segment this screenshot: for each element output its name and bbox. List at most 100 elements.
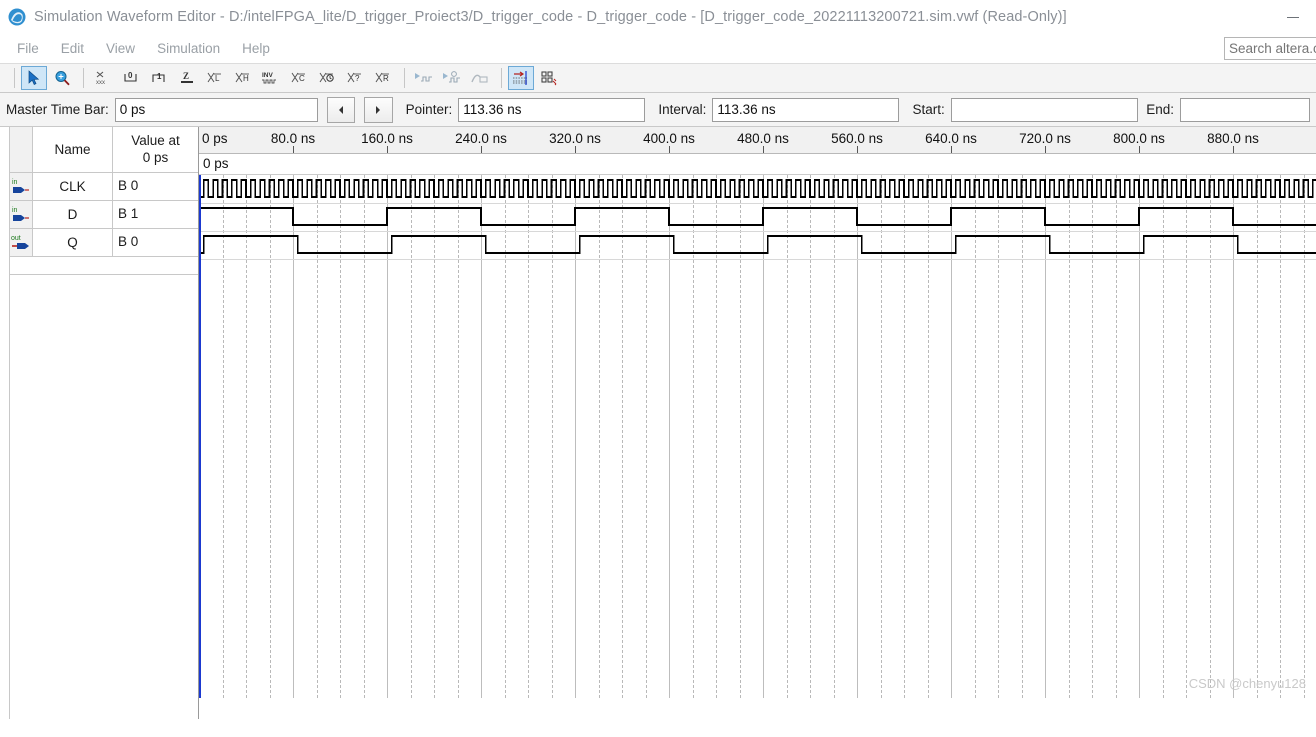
selection-tool-icon[interactable]	[21, 66, 47, 90]
time-ruler[interactable]: 0 ps 80.0 ns 160.0 ns 240.0 ns 320.0 ns 400.0…	[199, 127, 1316, 154]
waveform-trace-clk	[199, 179, 1316, 198]
generate-modelsim-testbench-icon[interactable]	[467, 66, 493, 90]
weak-high-icon[interactable]: H	[230, 66, 256, 90]
signal-list-panel: Name Value at 0 ps in CLK B 0 in D B 1 o…	[0, 127, 199, 719]
snap-to-transition-icon[interactable]	[508, 66, 534, 90]
master-time-bar-label: Master Time Bar:	[6, 102, 109, 117]
end-input[interactable]	[1179, 97, 1310, 122]
start-label: Start:	[912, 102, 945, 117]
svg-text:xxx: xxx	[96, 80, 105, 86]
watermark: CSDN @chenyu128	[1188, 676, 1306, 691]
interval-label: Interval:	[658, 102, 707, 117]
high-impedance-icon[interactable]: Z	[174, 66, 200, 90]
ruler-tick-label: 320.0 ns	[549, 131, 601, 146]
unknown-value-icon[interactable]: xxx	[90, 66, 116, 90]
run-timing-simulation-icon[interactable]	[439, 66, 465, 90]
input-pin-icon: in	[10, 201, 33, 228]
ruler-tick-label: 880.0 ns	[1207, 131, 1259, 146]
ruler-tick-mark	[387, 146, 388, 153]
toolbar-separator	[14, 68, 15, 88]
next-transition-button[interactable]	[364, 96, 393, 123]
waveform-panel[interactable]: 0 ps 80.0 ns 160.0 ns 240.0 ns 320.0 ns 400.0…	[199, 127, 1316, 719]
snap-to-grid-icon[interactable]	[536, 66, 562, 90]
ruler-tick-mark	[481, 146, 482, 153]
ruler-tick-label: 560.0 ns	[831, 131, 883, 146]
svg-text:0: 0	[128, 71, 133, 80]
ruler-tick-label: 800.0 ns	[1113, 131, 1165, 146]
header-value-column: Value at 0 ps	[113, 127, 198, 172]
signal-list-header: Name Value at 0 ps	[10, 127, 198, 173]
signal-value: B 0	[118, 234, 139, 250]
waveform-app-icon	[8, 8, 26, 25]
svg-text:H: H	[243, 74, 249, 83]
svg-text:C: C	[299, 74, 305, 83]
toolbar: xxx 0 1 Z L H INV C ? R	[0, 63, 1316, 93]
forcing-high-icon[interactable]: 1	[146, 66, 172, 90]
menu-bar: File Edit View Simulation Help	[0, 34, 1316, 63]
waveform-trace-d	[199, 207, 1316, 226]
menu-item-edit[interactable]: Edit	[50, 38, 95, 59]
master-time-bar-input[interactable]	[114, 97, 319, 122]
signal-row-d[interactable]: in D B 1	[10, 201, 198, 229]
signal-row-clk[interactable]: in CLK B 0	[10, 173, 198, 201]
minimize-button[interactable]	[1270, 0, 1316, 34]
ruler-tick-label: 160.0 ns	[361, 131, 413, 146]
start-input[interactable]	[950, 97, 1138, 122]
ruler-tick-mark	[669, 146, 670, 153]
waveform-canvas[interactable]: CSDN @chenyu128	[199, 175, 1316, 698]
master-time-bar-marker-label: 0 ps	[203, 156, 229, 171]
output-pin-icon: out	[10, 229, 33, 256]
header-name-column: Name	[33, 127, 113, 172]
run-functional-simulation-icon[interactable]	[411, 66, 437, 90]
search-input[interactable]	[1224, 37, 1316, 60]
clock-icon[interactable]	[314, 66, 340, 90]
arbitrary-value-icon[interactable]: R	[370, 66, 396, 90]
ruler-tick-mark	[763, 146, 764, 153]
time-bar-row: Master Time Bar: Pointer: Interval: Star…	[0, 93, 1316, 127]
simulation-waveform-editor-window: Simulation Waveform Editor - D:/intelFPG…	[0, 0, 1316, 737]
count-value-icon[interactable]: C	[286, 66, 312, 90]
ruler-tick-label: 80.0 ns	[270, 131, 316, 146]
ruler-tick-mark	[951, 146, 952, 153]
ruler-tick-mark	[575, 146, 576, 153]
signal-name: Q	[33, 229, 113, 256]
header-value-line2: 0 ps	[142, 149, 169, 165]
signal-row-q[interactable]: out Q B 0	[10, 229, 198, 257]
svg-text:out: out	[11, 235, 21, 242]
search-container	[1224, 37, 1316, 60]
toolbar-separator	[501, 68, 502, 88]
svg-text:R: R	[383, 74, 389, 83]
signal-list-empty-row	[10, 257, 198, 275]
master-time-bar-row: 0 ps	[199, 154, 1316, 175]
pointer-input[interactable]	[458, 97, 646, 122]
menu-item-help[interactable]: Help	[231, 38, 281, 59]
ruler-tick-mark	[1233, 146, 1234, 153]
forcing-low-icon[interactable]: 0	[118, 66, 144, 90]
window-controls	[1270, 0, 1316, 34]
interval-input[interactable]	[712, 97, 900, 122]
ruler-tick-label: 480.0 ns	[737, 131, 789, 146]
ruler-tick-label: 640.0 ns	[925, 131, 977, 146]
svg-text:1: 1	[157, 72, 162, 81]
waveform-traces	[199, 179, 1316, 254]
signal-name: CLK	[33, 173, 113, 200]
ruler-tick-label: 240.0 ns	[455, 131, 507, 146]
menu-item-simulation[interactable]: Simulation	[146, 38, 231, 59]
toolbar-separator	[83, 68, 84, 88]
signal-value: B 1	[118, 206, 139, 222]
weak-low-icon[interactable]: L	[202, 66, 228, 90]
svg-text:Z: Z	[183, 71, 189, 81]
signal-value: B 0	[118, 178, 139, 194]
zoom-tool-icon[interactable]	[49, 66, 75, 90]
ruler-tick-mark	[1045, 146, 1046, 153]
svg-text:in: in	[12, 207, 18, 214]
end-label: End:	[1146, 102, 1174, 117]
main-content: Name Value at 0 ps in CLK B 0 in D B 1 o…	[0, 127, 1316, 719]
invert-icon[interactable]: INV	[258, 66, 284, 90]
menu-item-view[interactable]: View	[95, 38, 146, 59]
random-value-icon[interactable]: ?	[342, 66, 368, 90]
master-time-bar-cursor[interactable]	[199, 175, 201, 698]
menu-item-file[interactable]: File	[6, 38, 50, 59]
previous-transition-button[interactable]	[327, 96, 356, 123]
ruler-tick-label: 0 ps	[202, 131, 228, 146]
